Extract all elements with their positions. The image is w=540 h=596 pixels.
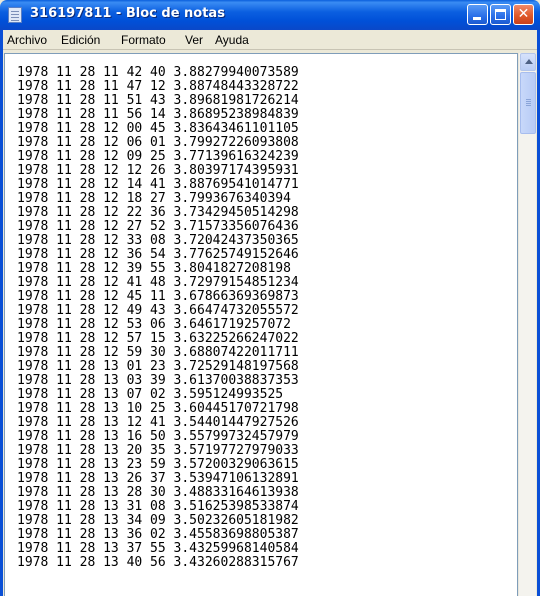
text-line[interactable]: 1978 11 28 13 20 35 3.57197727979033	[17, 444, 299, 458]
text-line[interactable]: 1978 11 28 13 07 02 3.595124993525	[17, 388, 299, 402]
maximize-button[interactable]	[490, 4, 511, 25]
text-line[interactable]: 1978 11 28 13 01 23 3.72529148197568	[17, 360, 299, 374]
text-line[interactable]: 1978 11 28 13 36 02 3.45583698805387	[17, 528, 299, 542]
text-line[interactable]: 1978 11 28 13 12 41 3.54401447927526	[17, 416, 299, 430]
text-line[interactable]: 1978 11 28 12 22 36 3.73429450514298	[17, 206, 299, 220]
text-line[interactable]: 1978 11 28 13 03 39 3.61370038837353	[17, 374, 299, 388]
text-line[interactable]: 1978 11 28 12 45 11 3.67866369369873	[17, 290, 299, 304]
scrollbar-thumb[interactable]	[520, 72, 536, 134]
maximize-icon	[495, 9, 506, 20]
text-line[interactable]: 1978 11 28 12 53 06 3.6461719257072	[17, 318, 299, 332]
text-line[interactable]: 1978 11 28 12 36 54 3.77625749152646	[17, 248, 299, 262]
text-line[interactable]: 1978 11 28 13 34 09 3.50232605181982	[17, 514, 299, 528]
menu-bar: Archivo Edición Formato Ver Ayuda	[3, 30, 537, 50]
text-line[interactable]: 1978 11 28 11 42 40 3.88279940073589	[17, 66, 299, 80]
text-line[interactable]: 1978 11 28 12 18 27 3.7993676340394	[17, 192, 299, 206]
text-line[interactable]: 1978 11 28 11 47 12 3.88748443328722	[17, 80, 299, 94]
window-frame-left	[0, 30, 3, 596]
text-line[interactable]: 1978 11 28 12 14 41 3.88769541014771	[17, 178, 299, 192]
minimize-icon	[473, 17, 481, 20]
text-line[interactable]: 1978 11 28 12 57 15 3.63225266247022	[17, 332, 299, 346]
text-line[interactable]: 1978 11 28 13 28 30 3.48833164613938	[17, 486, 299, 500]
menu-ayuda[interactable]: Ayuda	[215, 33, 249, 47]
text-line[interactable]: 1978 11 28 12 41 48 3.72979154851234	[17, 276, 299, 290]
text-line[interactable]: 1978 11 28 12 09 25 3.77139616324239	[17, 150, 299, 164]
close-button[interactable]: ✕	[513, 4, 534, 25]
editor-text[interactable]: 1978 11 28 11 42 40 3.88279940073589 1978…	[17, 66, 299, 570]
text-line[interactable]: 1978 11 28 12 06 01 3.79927226093808	[17, 136, 299, 150]
text-line[interactable]: 1978 11 28 12 39 55 3.8041827208198	[17, 262, 299, 276]
menu-archivo[interactable]: Archivo	[7, 33, 47, 47]
vertical-scrollbar[interactable]	[518, 53, 536, 596]
text-line[interactable]: 1978 11 28 11 51 43 3.89681981726214	[17, 94, 299, 108]
minimize-button[interactable]	[467, 4, 488, 25]
text-line[interactable]: 1978 11 28 12 00 45 3.83643461101105	[17, 122, 299, 136]
text-line[interactable]: 1978 11 28 13 10 25 3.60445170721798	[17, 402, 299, 416]
text-line[interactable]: 1978 11 28 12 33 08 3.72042437350365	[17, 234, 299, 248]
menu-edicion[interactable]: Edición	[61, 33, 100, 47]
window-title: 316197811 - Bloc de notas	[30, 6, 225, 21]
text-line[interactable]: 1978 11 28 12 27 52 3.71573356076436	[17, 220, 299, 234]
text-line[interactable]: 1978 11 28 13 23 59 3.57200329063615	[17, 458, 299, 472]
text-line[interactable]: 1978 11 28 13 37 55 3.43259968140584	[17, 542, 299, 556]
text-editor[interactable]: 1978 11 28 11 42 40 3.88279940073589 1978…	[4, 53, 518, 596]
notepad-window: 316197811 - Bloc de notas ✕ Archivo Edic…	[0, 0, 540, 596]
text-line[interactable]: 1978 11 28 12 12 26 3.80397174395931	[17, 164, 299, 178]
close-icon: ✕	[517, 6, 530, 22]
menu-formato[interactable]: Formato	[121, 33, 166, 47]
scroll-up-button[interactable]	[520, 53, 536, 71]
notepad-icon[interactable]	[8, 7, 22, 23]
scroll-up-icon	[525, 59, 533, 64]
text-line[interactable]: 1978 11 28 13 26 37 3.53947106132891	[17, 472, 299, 486]
menu-ver[interactable]: Ver	[185, 33, 203, 47]
title-bar[interactable]: 316197811 - Bloc de notas ✕	[0, 0, 540, 30]
text-line[interactable]: 1978 11 28 13 31 08 3.51625398533874	[17, 500, 299, 514]
text-line[interactable]: 1978 11 28 12 59 30 3.68807422011711	[17, 346, 299, 360]
text-line[interactable]: 1978 11 28 12 49 43 3.66474732055572	[17, 304, 299, 318]
grip-icon	[526, 99, 531, 100]
text-line[interactable]: 1978 11 28 13 40 56 3.43260288315767	[17, 556, 299, 570]
text-line[interactable]: 1978 11 28 13 16 50 3.55799732457979	[17, 430, 299, 444]
text-line[interactable]: 1978 11 28 11 56 14 3.86895238984839	[17, 108, 299, 122]
